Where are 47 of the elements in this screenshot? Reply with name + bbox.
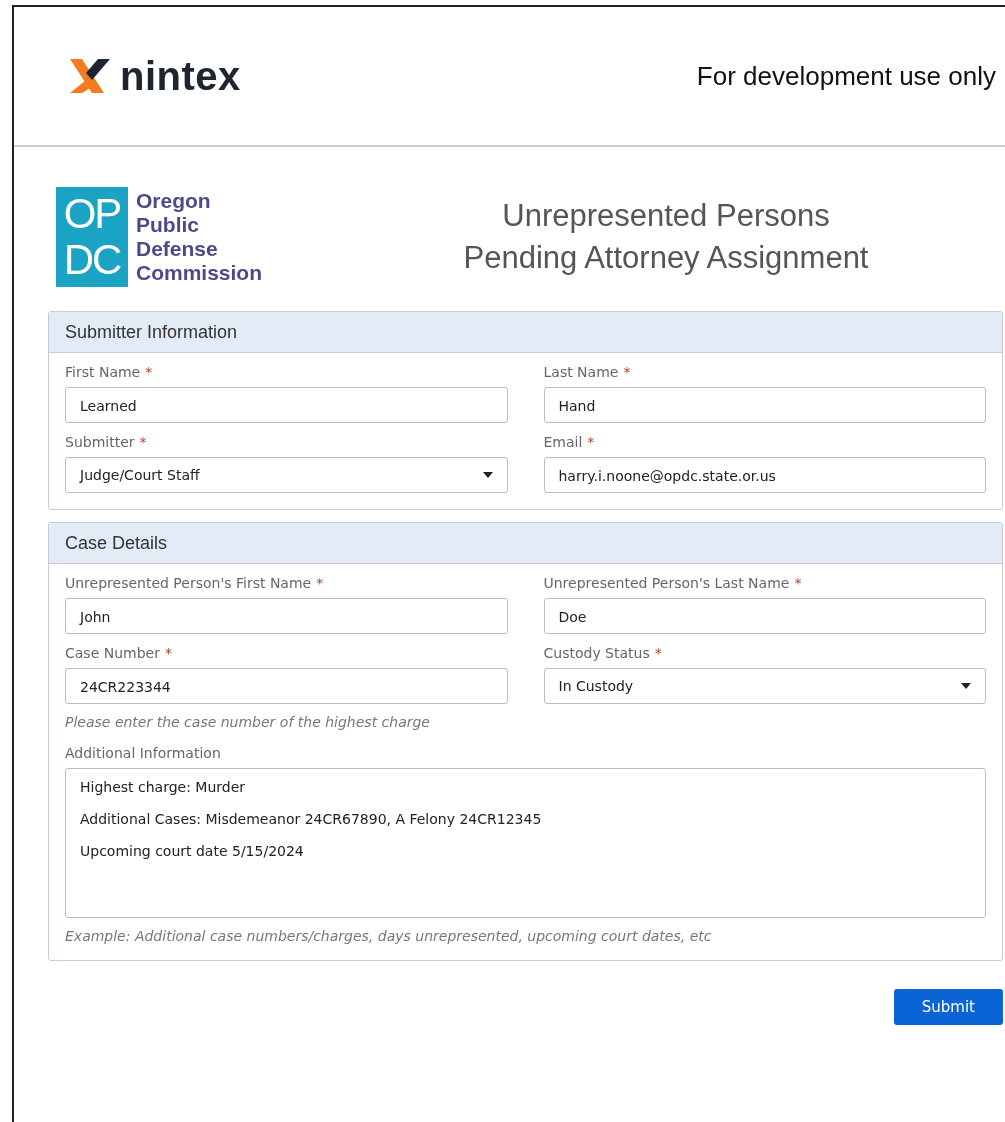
logo-letters: OP [63, 191, 121, 237]
required-mark: * [794, 575, 802, 591]
caret-icon [482, 472, 493, 478]
section-header: Case Details [49, 523, 1002, 564]
field-label: Email [543, 434, 583, 450]
text-field[interactable]: Hand [543, 387, 986, 423]
org-name: Defense [136, 237, 219, 261]
text-area[interactable]: Highest charge: Murder Additional Cases: Misdemeanor 24CR67890, A Felony 24CR12345 Upcoming court date 5/15/2024 [65, 768, 986, 918]
text-field[interactable]: John [65, 598, 508, 634]
text-line: Upcoming court date 5/15/2024 [80, 842, 305, 861]
text-field[interactable]: Learned [65, 387, 508, 423]
field-label: Additional Information [65, 745, 221, 761]
text-field[interactable]: 24CR223344 [65, 668, 508, 704]
org-name: Public [136, 213, 200, 237]
text-field[interactable]: harry.i.noone@opdc.state.or.us [543, 457, 986, 493]
field-label: Case Number [65, 645, 160, 661]
required-mark: * [145, 364, 153, 380]
text-line: Additional Cases: Misdemeanor 24CR67890, A Felony 24CR12345 [80, 810, 543, 829]
required-mark: * [654, 645, 662, 661]
hint-text: Please enter the case number of the highest charge [65, 714, 431, 730]
required-mark: * [623, 364, 631, 380]
field-label: Unrepresented Person's First Name [65, 575, 312, 591]
org-name: Commission [136, 261, 263, 285]
text-line: Highest charge: Murder [80, 778, 247, 797]
field-label: Submitter [65, 434, 135, 450]
brand-name: nintex [120, 53, 241, 99]
required-mark: * [316, 575, 324, 591]
text-field[interactable]: Doe [543, 598, 986, 634]
notice-text: For development use only [696, 60, 996, 92]
dropdown[interactable]: Judge/Court Staff [65, 457, 508, 493]
hint-text: Example: Additional case numbers/charges, days unrepresented, upcoming court dates, etc [65, 928, 713, 944]
section-header: Submitter Information [49, 312, 1002, 353]
required-mark: * [164, 645, 172, 661]
required-mark: * [139, 434, 147, 450]
form-title: Pending Attorney Assignment [463, 239, 869, 277]
required-mark: * [587, 434, 595, 450]
submit-button[interactable]: Submit [893, 989, 1003, 1025]
org-name: Oregon [136, 189, 212, 213]
field-label: Custody Status [543, 645, 650, 661]
caret-icon [961, 683, 971, 689]
dropdown[interactable]: In Custody [543, 668, 986, 704]
form-title: Unrepresented Persons [502, 197, 830, 235]
field-label: First Name [65, 364, 141, 380]
logo-letters: DC [63, 237, 121, 283]
x-logo-icon [70, 56, 110, 96]
field-label: Unrepresented Person's Last Name [543, 575, 790, 591]
field-label: Last Name [543, 364, 619, 380]
